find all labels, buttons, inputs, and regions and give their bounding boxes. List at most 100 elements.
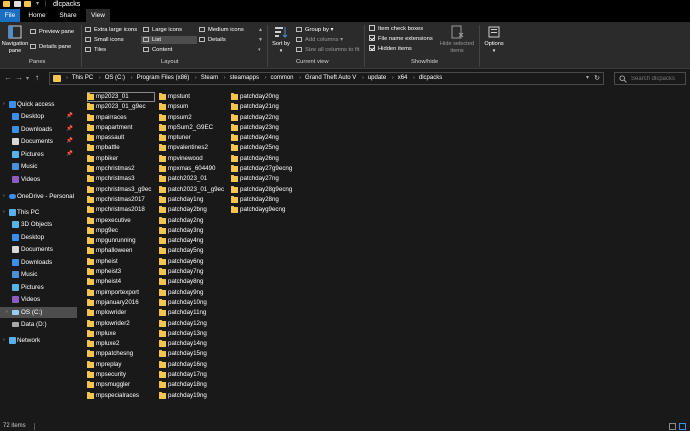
nav-pc-desktop[interactable]: Desktop bbox=[0, 232, 77, 243]
folder-item[interactable]: patchday1ng bbox=[159, 195, 224, 205]
nav-quick-music[interactable]: Music bbox=[0, 161, 77, 172]
folder-item[interactable]: patchday25ng bbox=[231, 143, 292, 153]
nav-quick-pictures[interactable]: Pictures 📌 bbox=[0, 149, 77, 160]
nav-pc-os-c[interactable]: › OS (C:) bbox=[0, 307, 77, 318]
folder-item[interactable]: patchdayg9ecng bbox=[231, 205, 292, 215]
folder-item[interactable]: mpsmuggler bbox=[87, 380, 155, 390]
breadcrumb-chevron-icon[interactable]: › bbox=[413, 73, 415, 84]
tab-home[interactable]: Home bbox=[24, 9, 50, 22]
folder-item[interactable]: mpairraces bbox=[87, 113, 155, 123]
folder-item[interactable]: patchday14ng bbox=[159, 339, 224, 349]
up-arrow-icon[interactable]: ↑ bbox=[35, 73, 39, 83]
folder-item[interactable]: mpreplay bbox=[87, 360, 155, 370]
expand-chevron-icon[interactable]: › bbox=[3, 207, 5, 218]
folder-item[interactable]: mpxmas_604490 bbox=[159, 164, 224, 174]
breadcrumb-chevron-icon[interactable]: › bbox=[265, 73, 267, 84]
layout-extra-large-icons[interactable]: Extra large icons bbox=[85, 26, 137, 34]
folder-item[interactable]: mpspecialraces bbox=[87, 391, 155, 401]
nav-onedrive[interactable]: › OneDrive - Personal bbox=[0, 191, 77, 202]
breadcrumb-os-c[interactable]: OS (C:) bbox=[105, 73, 125, 84]
group-by-button[interactable]: Group by ▾ bbox=[296, 26, 333, 34]
folder-item[interactable]: mpassault bbox=[87, 133, 155, 143]
breadcrumb-common[interactable]: common bbox=[271, 73, 294, 84]
folder-item[interactable]: patchday7ng bbox=[159, 267, 224, 277]
folder-item[interactable]: patchday28g9ecng bbox=[231, 185, 292, 195]
expand-chevron-icon[interactable]: › bbox=[3, 335, 5, 346]
breadcrumb-steamapps[interactable]: steamapps bbox=[230, 73, 259, 84]
folder-item[interactable]: patchday8ng bbox=[159, 277, 224, 287]
folder-item[interactable]: mp2023_01 bbox=[87, 92, 155, 103]
folder-item[interactable]: patchday5ng bbox=[159, 246, 224, 256]
nav-quick-downloads[interactable]: Downloads 📌 bbox=[0, 124, 77, 135]
tab-view[interactable]: View bbox=[86, 9, 110, 22]
layout-tiles[interactable]: Tiles bbox=[85, 46, 106, 54]
folder-item[interactable]: patchday2ng bbox=[159, 216, 224, 226]
breadcrumb-gta-v[interactable]: Grand Theft Auto V bbox=[305, 73, 356, 84]
folder-item[interactable]: patchday17ng bbox=[159, 370, 224, 380]
folder-item[interactable]: mpexecutive bbox=[87, 216, 155, 226]
folder-item[interactable]: patchday21ng bbox=[231, 102, 292, 112]
folder-item[interactable]: patchday27ng bbox=[231, 174, 292, 184]
folder-item[interactable]: mplowrider2 bbox=[87, 319, 155, 329]
breadcrumb-chevron-icon[interactable]: › bbox=[131, 73, 133, 84]
file-name-extensions-toggle[interactable]: File name extensions bbox=[369, 35, 433, 43]
folder-item[interactable]: patch2023_01 bbox=[159, 174, 224, 184]
expand-chevron-icon[interactable]: › bbox=[3, 191, 5, 202]
layout-small-icons[interactable]: Small icons bbox=[85, 36, 124, 44]
breadcrumb-chevron-icon[interactable]: › bbox=[224, 73, 226, 84]
folder-item[interactable]: patchday18ng bbox=[159, 380, 224, 390]
folder-item[interactable]: patchday13ng bbox=[159, 329, 224, 339]
hidden-items-checkbox[interactable] bbox=[369, 45, 375, 51]
breadcrumb-program-files[interactable]: Program Files (x86) bbox=[137, 73, 190, 84]
tab-share[interactable]: Share bbox=[55, 9, 81, 22]
folder-item[interactable]: patchday9ng bbox=[159, 288, 224, 298]
folder-item[interactable]: patchday19ng bbox=[159, 391, 224, 401]
nav-pc-downloads[interactable]: Downloads bbox=[0, 257, 77, 268]
folder-item[interactable]: patchday15ng bbox=[159, 349, 224, 359]
search-input[interactable] bbox=[631, 74, 683, 83]
folder-item[interactable]: mppatchesng bbox=[87, 349, 155, 359]
folder-item[interactable]: mpimportexport bbox=[87, 288, 155, 298]
options-button[interactable]: Options ▾ bbox=[482, 25, 506, 54]
forward-arrow-icon[interactable]: → bbox=[15, 73, 23, 83]
search-box[interactable] bbox=[614, 72, 686, 85]
folder-item[interactable]: mpchristmas2017 bbox=[87, 195, 155, 205]
hidden-items-toggle[interactable]: Hidden items bbox=[369, 45, 412, 53]
breadcrumb-update[interactable]: update bbox=[368, 73, 386, 84]
sort-by-button[interactable]: Sort by ▾ bbox=[270, 25, 292, 54]
folder-item[interactable]: patchday3ng bbox=[159, 226, 224, 236]
address-dropdown-chevron-icon[interactable]: ▾ bbox=[586, 73, 589, 84]
folder-item[interactable]: mpheist bbox=[87, 257, 155, 267]
pin-icon[interactable]: 📌 bbox=[66, 124, 73, 135]
item-check-boxes-toggle[interactable]: Item check boxes bbox=[369, 25, 423, 33]
breadcrumb-this-pc[interactable]: This PC bbox=[72, 73, 93, 84]
layout-expand-icon[interactable]: ▾ bbox=[258, 46, 261, 54]
nav-quick-access[interactable]: › Quick access bbox=[0, 99, 77, 110]
nav-pc-documents[interactable]: Documents bbox=[0, 244, 77, 255]
pin-icon[interactable]: 📌 bbox=[66, 136, 73, 147]
folder-item[interactable]: mpluxe bbox=[87, 329, 155, 339]
folder-item[interactable]: patchday16ng bbox=[159, 360, 224, 370]
folder-item[interactable]: patchday10ng bbox=[159, 298, 224, 308]
folder-item[interactable]: mpheist4 bbox=[87, 277, 155, 287]
breadcrumb-chevron-icon[interactable]: › bbox=[392, 73, 394, 84]
pin-icon[interactable]: 📌 bbox=[66, 111, 73, 122]
layout-scroll-up-icon[interactable]: ▲ bbox=[258, 26, 263, 34]
breadcrumb-chevron-icon[interactable]: › bbox=[299, 73, 301, 84]
folder-item[interactable]: mpluxe2 bbox=[87, 339, 155, 349]
folder-item[interactable]: patchday2bng bbox=[159, 205, 224, 215]
folder-item[interactable]: mpchristmas3_g9ec bbox=[87, 185, 155, 195]
folder-item[interactable]: patchday24ng bbox=[231, 133, 292, 143]
item-check-boxes-checkbox[interactable] bbox=[369, 25, 375, 31]
breadcrumb-chevron-icon[interactable]: › bbox=[362, 73, 364, 84]
refresh-icon[interactable]: ↻ bbox=[594, 73, 600, 84]
folder-item[interactable]: patchday20ng bbox=[231, 92, 292, 102]
folder-item[interactable]: mpSum2_G9EC bbox=[159, 123, 224, 133]
folder-item[interactable]: mp2023_01_g9ec bbox=[87, 102, 155, 112]
pin-icon[interactable]: 📌 bbox=[66, 149, 73, 160]
breadcrumb-dlcpacks[interactable]: dlcpacks bbox=[419, 73, 442, 84]
folder-item[interactable]: mpvinewood bbox=[159, 154, 224, 164]
layout-medium-icons[interactable]: Medium icons bbox=[199, 26, 244, 34]
breadcrumb-x64[interactable]: x64 bbox=[398, 73, 408, 84]
details-view-icon[interactable] bbox=[669, 423, 676, 430]
